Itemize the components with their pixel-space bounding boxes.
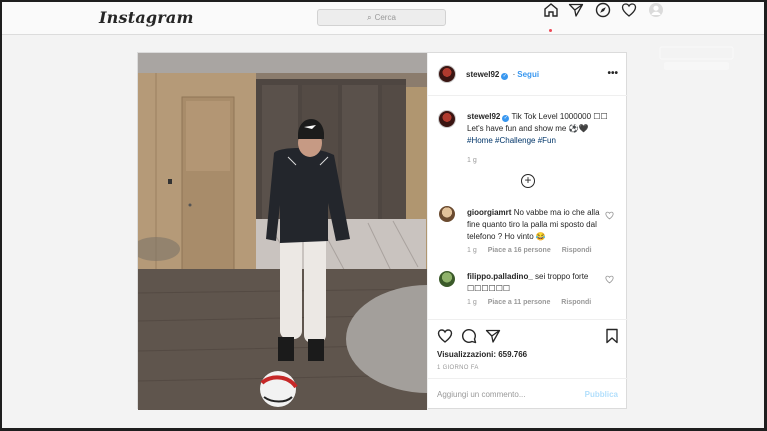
post-author-username[interactable]: stewel92 (466, 70, 499, 79)
post-photo-illustration (138, 53, 427, 410)
separator-dot: · (512, 70, 516, 79)
view-count[interactable]: Visualizzazioni: 659.766 (437, 350, 527, 359)
follow-button[interactable]: Segui (517, 70, 539, 79)
comment-like-icon[interactable] (605, 211, 614, 220)
share-icon[interactable] (485, 328, 501, 344)
author-avatar[interactable] (438, 65, 456, 83)
like-icon[interactable] (437, 328, 453, 344)
post-card: stewel92 ✓ · Segui ••• stewel92 ✓ Tik Tok L… (137, 52, 628, 410)
add-comment-placeholder: Aggiungi un commento... (437, 390, 526, 399)
verified-badge-icon: ✓ (502, 115, 510, 122)
verified-badge-icon: ✓ (501, 73, 509, 80)
watermark-logo-graphic (659, 46, 734, 70)
comment-avatar[interactable] (439, 206, 455, 222)
comment-item: gioorgiamrt No vabbe ma io che alla fine… (467, 207, 607, 243)
notification-dot (549, 29, 552, 32)
comment-username[interactable]: filippo.palladino_ (467, 272, 533, 281)
comment-username[interactable]: gioorgiamrt (467, 208, 511, 217)
explore-icon[interactable] (595, 2, 611, 18)
post-actions: Visualizzazioni: 659.766 1 GIORNO FA (428, 319, 628, 377)
comment-avatar[interactable] (439, 271, 455, 287)
profile-icon[interactable] (648, 2, 664, 18)
activity-heart-icon[interactable] (621, 2, 637, 18)
comment-meta: 1 g Piace a 16 persone Rispondi (467, 247, 601, 254)
search-placeholder: Cerca (374, 13, 396, 22)
comment-time: 1 g (467, 247, 477, 254)
comment-reply-button[interactable]: Rispondi (561, 299, 591, 306)
comment-icon[interactable] (461, 328, 477, 344)
load-more-comments-icon[interactable]: + (521, 174, 535, 188)
post-date: 1 GIORNO FA (437, 365, 479, 371)
caption-time: 1 g (467, 157, 477, 164)
add-comment-field[interactable]: Aggiungi un commento... Pubblica (428, 378, 628, 410)
search-input[interactable]: ⌕ Cerca (317, 9, 446, 26)
comment-meta: 1 g Piace a 11 persone Rispondi (467, 299, 600, 306)
post-sidebar: stewel92 ✓ · Segui ••• stewel92 ✓ Tik Tok L… (427, 53, 628, 410)
screen: Instagram ⌕ Cerca stewel92 ✓ · Segui •••… (2, 2, 764, 428)
caption-hashtags[interactable]: #Home #Challenge #Fun (467, 136, 556, 145)
comment-likes[interactable]: Piace a 11 persone (488, 299, 551, 306)
top-nav: Instagram ⌕ Cerca (2, 2, 764, 35)
comment-like-icon[interactable] (605, 275, 614, 284)
caption-username[interactable]: stewel92 (467, 112, 500, 121)
caption-avatar[interactable] (438, 110, 456, 128)
home-icon[interactable] (543, 2, 559, 18)
tv-logo-watermark (654, 44, 739, 74)
post-photo[interactable] (138, 53, 427, 410)
post-author-line: stewel92 ✓ · Segui (466, 70, 539, 80)
comment-reply-button[interactable]: Rispondi (562, 247, 592, 254)
comment-item: filippo.palladino_ sei troppo forte ☐☐☐☐… (467, 271, 607, 295)
post-caption: stewel92 ✓ Tik Tok Level 1000000 ☐☐ Let's… (467, 111, 615, 167)
instagram-logo[interactable]: Instagram (99, 8, 194, 27)
post-header: stewel92 ✓ · Segui ••• (428, 53, 628, 96)
search-icon: ⌕ (367, 13, 372, 22)
publish-button[interactable]: Pubblica (585, 390, 618, 399)
comment-likes[interactable]: Piace a 16 persone (488, 247, 551, 254)
direct-icon[interactable] (568, 2, 584, 18)
comment-time: 1 g (467, 299, 477, 306)
more-options-icon[interactable]: ••• (607, 68, 618, 79)
save-bookmark-icon[interactable] (604, 328, 620, 344)
